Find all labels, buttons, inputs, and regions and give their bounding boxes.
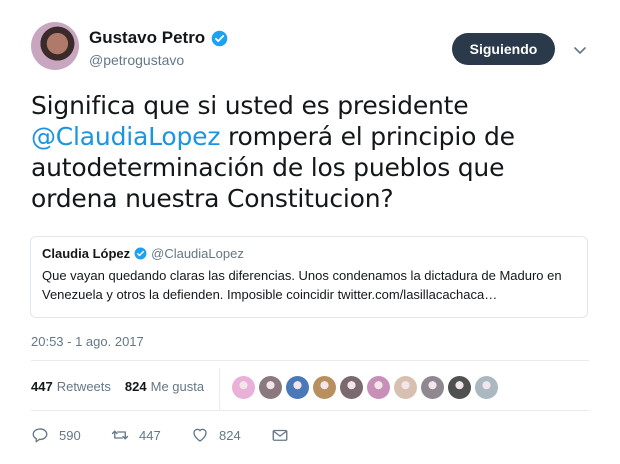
like-count: 824 — [219, 427, 241, 443]
retweets-label[interactable]: Retweets — [57, 379, 111, 394]
liker-avatars — [232, 376, 498, 399]
tweet-text: Significa que si usted es presidente @Cl… — [31, 90, 591, 214]
retweet-count: 447 — [139, 427, 161, 443]
quoted-author-handle: @ClaudiaLopez — [151, 246, 244, 261]
reply-count: 590 — [59, 427, 81, 443]
verified-badge-icon — [211, 30, 228, 46]
tweet-text-part-1: Significa que si usted es presidente — [31, 91, 469, 120]
envelope-icon — [272, 429, 288, 441]
avatar-1[interactable] — [232, 376, 255, 399]
tweet-actions: 590 447 824 — [31, 426, 289, 444]
quoted-tweet[interactable]: Claudia López @ClaudiaLopez Que vayan qu… — [30, 236, 588, 318]
like-button[interactable]: 824 — [191, 426, 271, 444]
avatar-2[interactable] — [259, 376, 282, 399]
retweet-icon — [111, 430, 129, 440]
avatar-7[interactable] — [394, 376, 417, 399]
following-button[interactable]: Siguiendo — [452, 33, 555, 65]
avatar-6[interactable] — [367, 376, 390, 399]
mention-link[interactable]: @ClaudiaLopez — [31, 122, 220, 151]
avatar-3[interactable] — [286, 376, 309, 399]
author-handle[interactable]: @petrogustavo — [89, 52, 184, 68]
chevron-down-icon[interactable] — [572, 42, 588, 58]
direct-message-button[interactable] — [271, 426, 289, 444]
stats-separator — [219, 368, 220, 410]
author-name-row[interactable]: Gustavo Petro — [89, 28, 228, 48]
avatar-4[interactable] — [313, 376, 336, 399]
author-avatar[interactable] — [31, 22, 79, 70]
retweet-button[interactable]: 447 — [111, 426, 191, 444]
verified-badge-icon — [134, 247, 147, 260]
avatar-10[interactable] — [475, 376, 498, 399]
likes-count[interactable]: 824 — [125, 379, 147, 394]
reply-button[interactable]: 590 — [31, 426, 111, 444]
divider — [31, 360, 589, 361]
avatar-5[interactable] — [340, 376, 363, 399]
likes-label[interactable]: Me gusta — [151, 379, 204, 394]
quoted-author-name: Claudia López — [42, 246, 131, 261]
tweet-timestamp[interactable]: 20:53 - 1 ago. 2017 — [31, 334, 144, 349]
divider — [31, 410, 589, 411]
avatar-8[interactable] — [421, 376, 444, 399]
author-name[interactable]: Gustavo Petro — [89, 28, 205, 48]
retweets-count[interactable]: 447 — [31, 379, 53, 394]
reply-icon — [32, 428, 48, 443]
avatar-9[interactable] — [448, 376, 471, 399]
quoted-tweet-text: Que vayan quedando claras las diferencia… — [42, 268, 562, 302]
tweet-stats: 447 Retweets 824 Me gusta — [31, 379, 218, 394]
heart-icon — [193, 428, 207, 442]
